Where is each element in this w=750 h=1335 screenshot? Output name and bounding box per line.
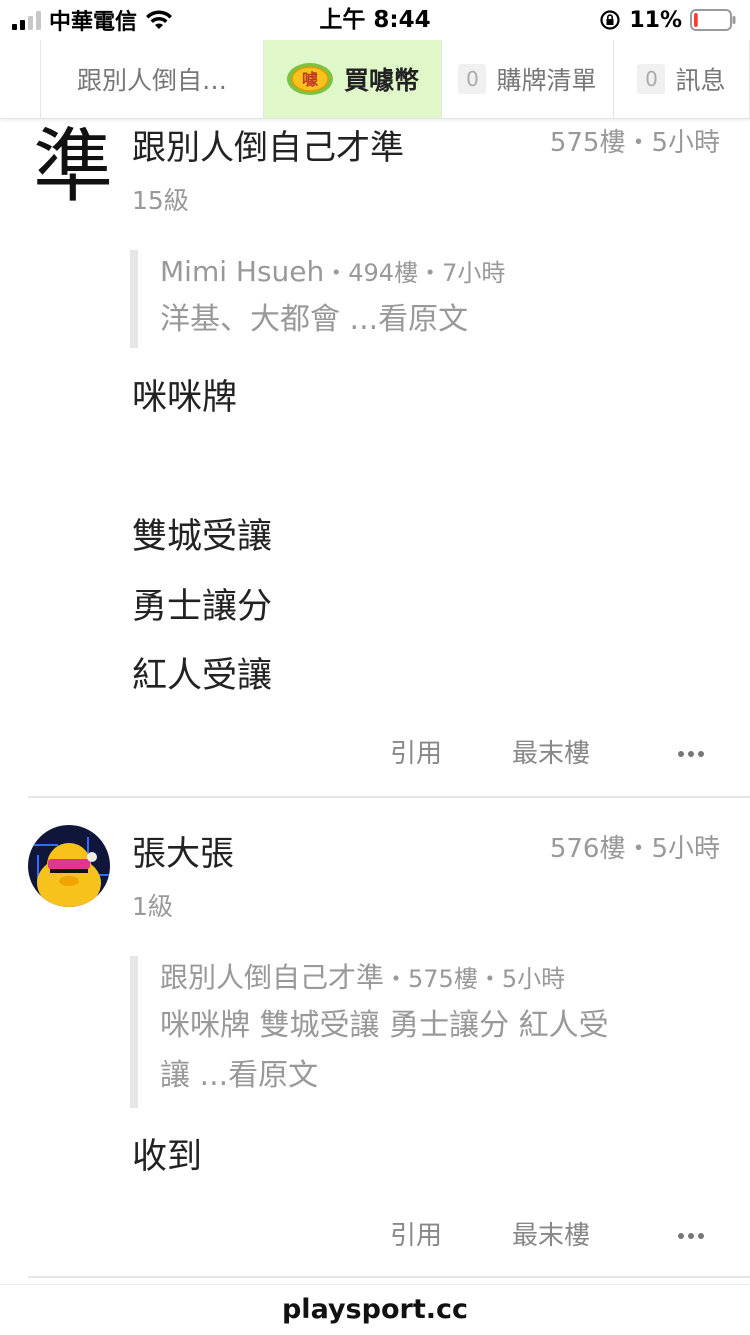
battery-icon (690, 9, 736, 31)
quote-button[interactable]: 引用 (390, 1216, 442, 1256)
message-count-badge: 0 (637, 64, 666, 94)
cart-count-badge: 0 (458, 64, 487, 94)
post-content-line: 咪咪牌 (132, 378, 238, 418)
post-meta: 575樓・5小時 (549, 128, 720, 158)
coin-logo-icon: 噱 (286, 63, 333, 95)
battery-percent: 11% (629, 7, 682, 33)
quote-block: 跟別人倒自己才準・575樓・5小時 咪咪牌 雙城受讓 勇士讓分 紅人受 讓 ..… (130, 956, 690, 1108)
svg-text:噱: 噱 (302, 70, 319, 89)
avatar[interactable] (28, 825, 110, 907)
quote-header: 跟別人倒自己才準・575樓・5小時 (160, 956, 690, 1001)
post-content-line: 紅人受讓 (132, 656, 273, 696)
avatar-char: 準 (33, 120, 113, 213)
quote-text[interactable]: 洋基、大都會 ...看原文 (160, 295, 690, 345)
rotation-lock-icon (600, 10, 620, 30)
avatar[interactable]: 準 (28, 122, 118, 212)
tab-messages-label: 訊息 (675, 66, 726, 95)
post-575: 準 跟別人倒自己才準 575樓・5小時 15級 Mimi Hsueh・494樓・… (0, 118, 750, 798)
last-floor-button[interactable]: 最末樓 (512, 734, 590, 774)
last-floor-button[interactable]: 最末樓 (512, 1216, 590, 1256)
author-name[interactable]: 張大張 (132, 832, 234, 876)
quote-author: 跟別人倒自己才準 (160, 961, 385, 994)
quote-button[interactable]: 引用 (390, 734, 442, 774)
user-level: 1級 (132, 892, 173, 921)
tab-cart[interactable]: 0 購牌清單 (442, 40, 614, 118)
user-level: 15級 (132, 186, 189, 215)
more-options-icon[interactable] (676, 734, 706, 774)
more-options-icon[interactable] (676, 1216, 706, 1256)
tab-topic-label: 跟別人倒自… (76, 66, 227, 95)
tab-messages[interactable]: 0 訊息 (614, 40, 750, 118)
browser-url-bar[interactable]: playsport.cc (0, 1284, 750, 1335)
tab-buy-coins[interactable]: 噱 買噱幣 (264, 40, 442, 118)
post-actions: 引用 最末樓 (0, 1216, 750, 1256)
tab-cart-label: 購牌清單 (496, 66, 597, 95)
post-content-line: 雙城受讓 (132, 517, 273, 557)
post-divider (28, 1276, 750, 1278)
quote-text[interactable]: 咪咪牌 雙城受讓 勇士讓分 紅人受 (160, 1001, 690, 1051)
top-nav: 跟別人倒自… 噱 買噱幣 0 購牌清單 0 訊息 (0, 40, 750, 119)
author-name[interactable]: 跟別人倒自己才準 (132, 126, 404, 170)
quote-text[interactable]: 讓 ...看原文 (160, 1051, 690, 1101)
post-content-line: 勇士讓分 (132, 587, 273, 627)
post-meta: 576樓・5小時 (549, 834, 720, 864)
quote-author: Mimi Hsueh (160, 255, 325, 288)
post-576: 張大張 576樓・5小時 1級 跟別人倒自己才準・575樓・5小時 咪咪牌 雙城… (0, 798, 750, 1278)
quote-header: Mimi Hsueh・494樓・7小時 (160, 250, 690, 295)
post-content-line: 收到 (132, 1137, 203, 1177)
quote-meta: ・494樓・7小時 (324, 259, 506, 287)
quote-meta: ・575樓・5小時 (384, 965, 566, 993)
post-actions: 引用 最末樓 (0, 734, 750, 774)
site-url: playsport.cc (281, 1294, 468, 1325)
quote-block: Mimi Hsueh・494樓・7小時 洋基、大都會 ...看原文 (130, 250, 690, 348)
status-bar: 中華電信 上午 8:44 11% (0, 0, 750, 40)
tab-topic[interactable]: 跟別人倒自… (40, 40, 264, 118)
tab-buy-coins-label: 買噱幣 (343, 66, 419, 95)
